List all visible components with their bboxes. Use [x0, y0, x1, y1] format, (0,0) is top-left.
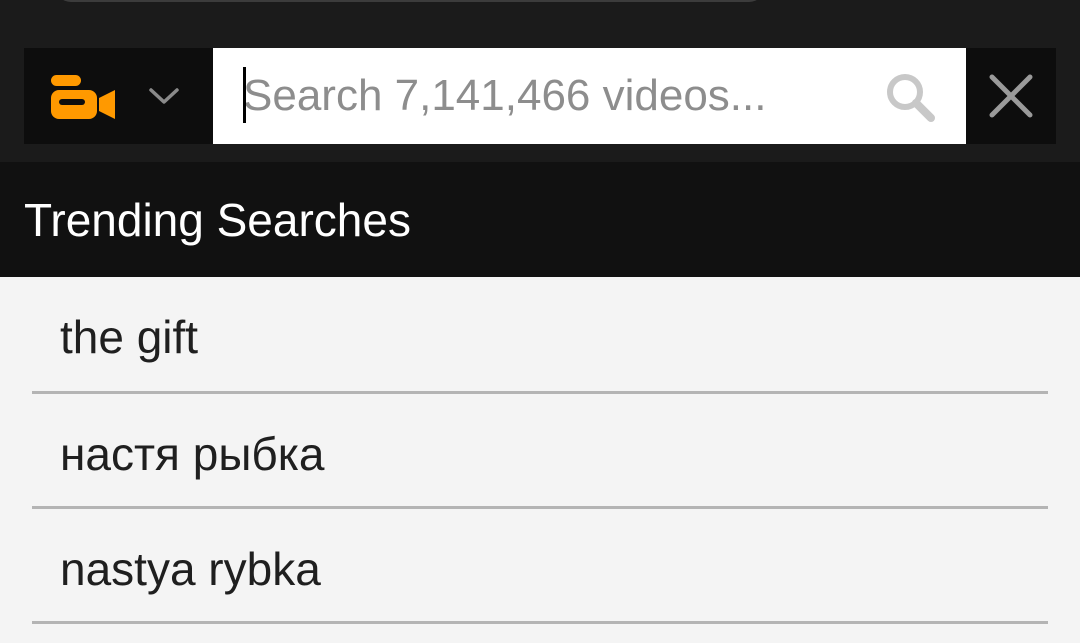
- trending-item-label: nastya rybka: [60, 543, 321, 595]
- trending-header: Trending Searches: [0, 162, 1080, 277]
- trending-item[interactable]: nastya rybka: [32, 509, 1048, 624]
- search-box: [213, 48, 966, 144]
- text-caret: [243, 67, 246, 123]
- close-search-button[interactable]: [966, 48, 1056, 144]
- trending-item-label: the gift: [60, 311, 199, 363]
- page: Trending Searches the gift настя рыбка n…: [0, 0, 1080, 643]
- top-bar: [0, 0, 1080, 162]
- search-input[interactable]: [243, 66, 873, 126]
- trending-item-label: настя рыбка: [60, 428, 325, 480]
- trending-item[interactable]: the gift: [32, 277, 1048, 394]
- search-type-selector[interactable]: [24, 48, 213, 144]
- video-camera-icon: [51, 75, 115, 119]
- top-pill-decoration: [55, 0, 765, 2]
- trending-title: Trending Searches: [24, 194, 411, 246]
- trending-list: the gift настя рыбка nastya rybka: [0, 277, 1080, 643]
- trending-item[interactable]: настя рыбка: [32, 394, 1048, 509]
- search-bar: [24, 48, 1056, 144]
- close-icon: [989, 74, 1033, 118]
- chevron-down-icon: [149, 88, 179, 104]
- search-icon[interactable]: [883, 70, 939, 126]
